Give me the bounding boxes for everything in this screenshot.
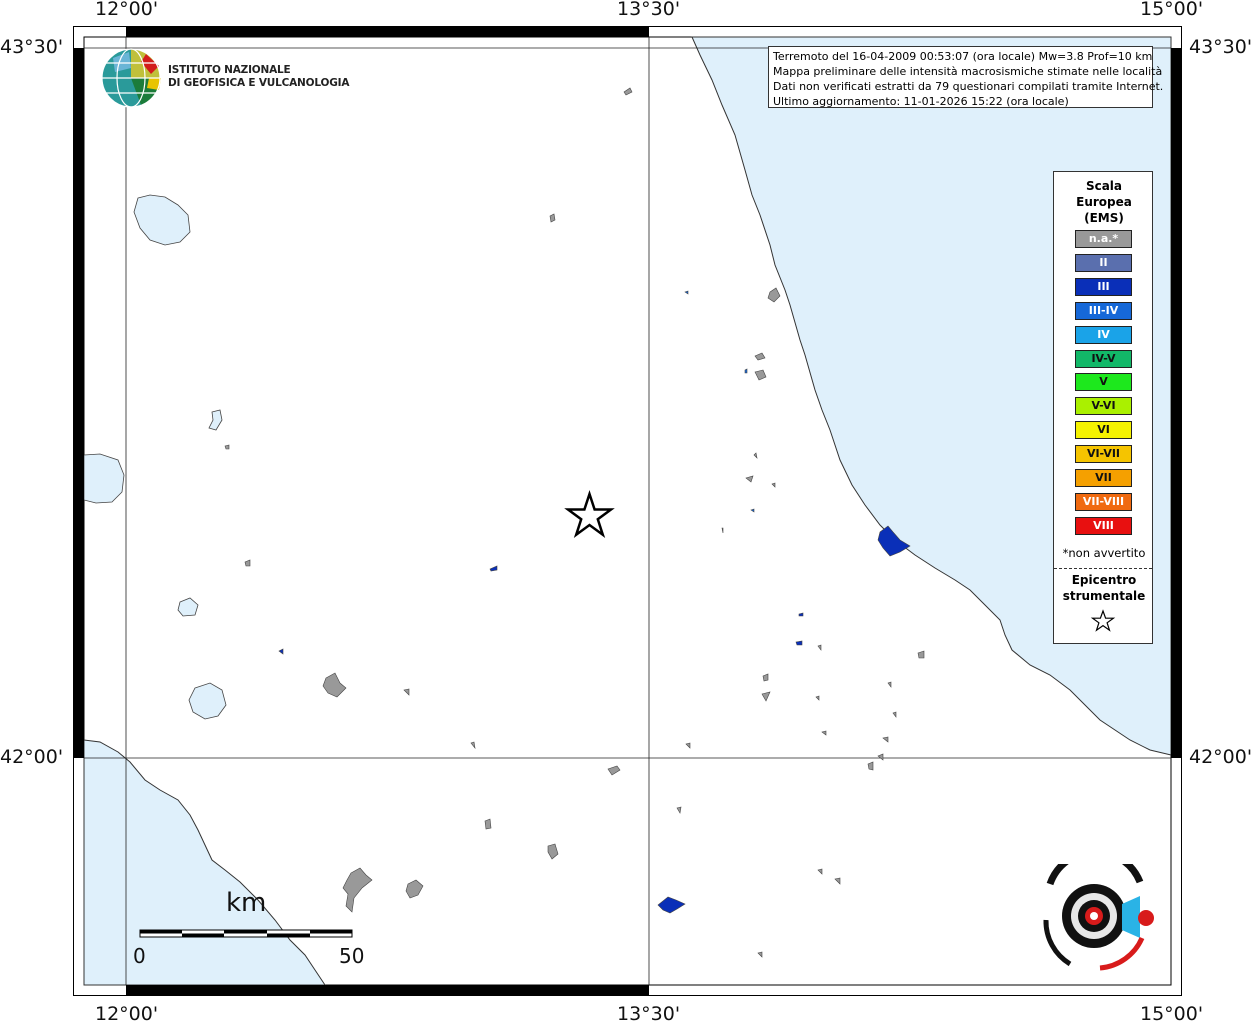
ingv-logo-text: ISTITUTO NAZIONALE DI GEOFISICA E VULCAN…: [168, 64, 349, 90]
legend-class-iii: III: [1075, 277, 1132, 296]
legend-class-vi-vii: VI-VII: [1075, 445, 1132, 464]
info-line1: Terremoto del 16-04-2009 00:53:07 (ora l…: [773, 50, 1153, 63]
legend-class-iv-v: IV-V: [1075, 349, 1132, 368]
lon-label-bottom-13-30: 13°30': [617, 1003, 681, 1025]
ingv-line2: DI GEOFISICA E VULCANOLOGIA: [168, 77, 350, 89]
hai-sentito-logo-icon: [1043, 864, 1154, 971]
legend-epicenter-label: Epicentro strumentale: [1054, 572, 1154, 604]
event-info-box: Terremoto del 16-04-2009 00:53:07 (ora l…: [768, 46, 1164, 108]
lat-label-right-43-30: 43°30': [1189, 36, 1253, 58]
lon-label-bottom-15: 15°00': [1140, 1003, 1204, 1025]
legend-title-line2: Europea: [1076, 195, 1132, 209]
lake-bolsena: [83, 453, 125, 504]
lon-label-top-12: 12°00': [95, 0, 159, 20]
lat-label-left-43-30: 43°30': [0, 36, 64, 58]
legend-title: Scala Europea (EMS): [1054, 178, 1154, 226]
info-line3: Dati non verificati estratti da 79 quest…: [773, 80, 1164, 93]
scale-start: 0: [133, 944, 146, 968]
legend-title-line3: (EMS): [1084, 211, 1124, 225]
legend-class-v-vi: V-VI: [1075, 397, 1132, 416]
legend-class-vi: VI: [1075, 421, 1132, 440]
lon-label-bottom-12: 12°00': [95, 1003, 159, 1025]
ems-legend: Scala Europea (EMS) n.a.* II III III-IV IV IV…: [1053, 171, 1153, 644]
info-line2: Mappa preliminare delle intensità macros…: [773, 65, 1163, 78]
legend-epicenter-line1: Epicentro: [1071, 573, 1137, 587]
legend-class-v: V: [1075, 373, 1132, 392]
legend-class-ii: II: [1075, 253, 1132, 272]
legend-class-viii: VIII: [1075, 516, 1132, 535]
legend-epicenter-line2: strumentale: [1062, 589, 1146, 603]
legend-star-icon: [1090, 609, 1116, 632]
legend-class-iii-iv: III-IV: [1075, 301, 1132, 320]
ingv-logo-icon: [101, 48, 161, 108]
scale-bar: [139, 929, 353, 938]
legend-separator: [1054, 568, 1152, 569]
legend-class-vii-viii: VII-VIII: [1075, 492, 1132, 511]
legend-class-na: n.a.*: [1075, 230, 1132, 248]
legend-note: *non avvertito: [1062, 546, 1146, 560]
legend-class-iv: IV: [1075, 325, 1132, 344]
legend-class-vii: VII: [1075, 469, 1132, 487]
lon-label-top-13-30: 13°30': [617, 0, 681, 20]
legend-title-line1: Scala: [1085, 179, 1123, 193]
lat-label-left-42: 42°00': [0, 746, 64, 768]
ingv-line1: ISTITUTO NAZIONALE: [168, 64, 291, 76]
scale-end: 50: [339, 944, 365, 968]
scale-unit: km: [226, 888, 267, 918]
info-line4: Ultimo aggiornamento: 11-01-2026 15:22 (…: [773, 95, 1069, 108]
lat-label-right-42: 42°00': [1189, 746, 1253, 768]
lon-label-top-15: 15°00': [1140, 0, 1204, 20]
